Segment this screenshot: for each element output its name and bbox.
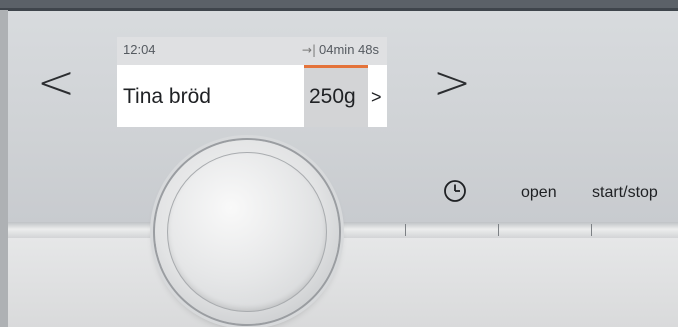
remaining-time-value: 04min 48s: [319, 42, 379, 57]
remaining-time: →| 04min 48s: [302, 42, 379, 57]
top-edge: [0, 8, 678, 11]
clock-time: 12:04: [123, 42, 156, 57]
door-face: [0, 238, 678, 327]
panel-ledge: [0, 222, 678, 238]
knob-face: [167, 152, 327, 312]
left-edge: [0, 10, 8, 327]
open-button[interactable]: open: [521, 184, 557, 202]
weight-selection-indicator: [304, 65, 368, 68]
more-arrow[interactable]: >: [371, 87, 382, 108]
start-stop-button[interactable]: start/stop: [592, 184, 658, 202]
appliance-panel: < > 12:04 →| 04min 48s Tina bröd 250g > o…: [0, 0, 678, 327]
clock-icon[interactable]: [442, 178, 468, 204]
remaining-time-icon: →|: [301, 43, 317, 57]
ledge-divider: [591, 224, 592, 236]
next-button[interactable]: >: [422, 42, 482, 122]
display-screen: 12:04 →| 04min 48s Tina bröd 250g >: [117, 37, 387, 127]
ledge-divider: [405, 224, 406, 236]
ledge-divider: [498, 224, 499, 236]
display-header: 12:04 →| 04min 48s: [117, 37, 387, 65]
weight-value[interactable]: 250g: [309, 85, 356, 109]
control-knob[interactable]: [155, 140, 339, 324]
program-name[interactable]: Tina bröd: [123, 85, 211, 109]
previous-button[interactable]: <: [26, 42, 86, 122]
